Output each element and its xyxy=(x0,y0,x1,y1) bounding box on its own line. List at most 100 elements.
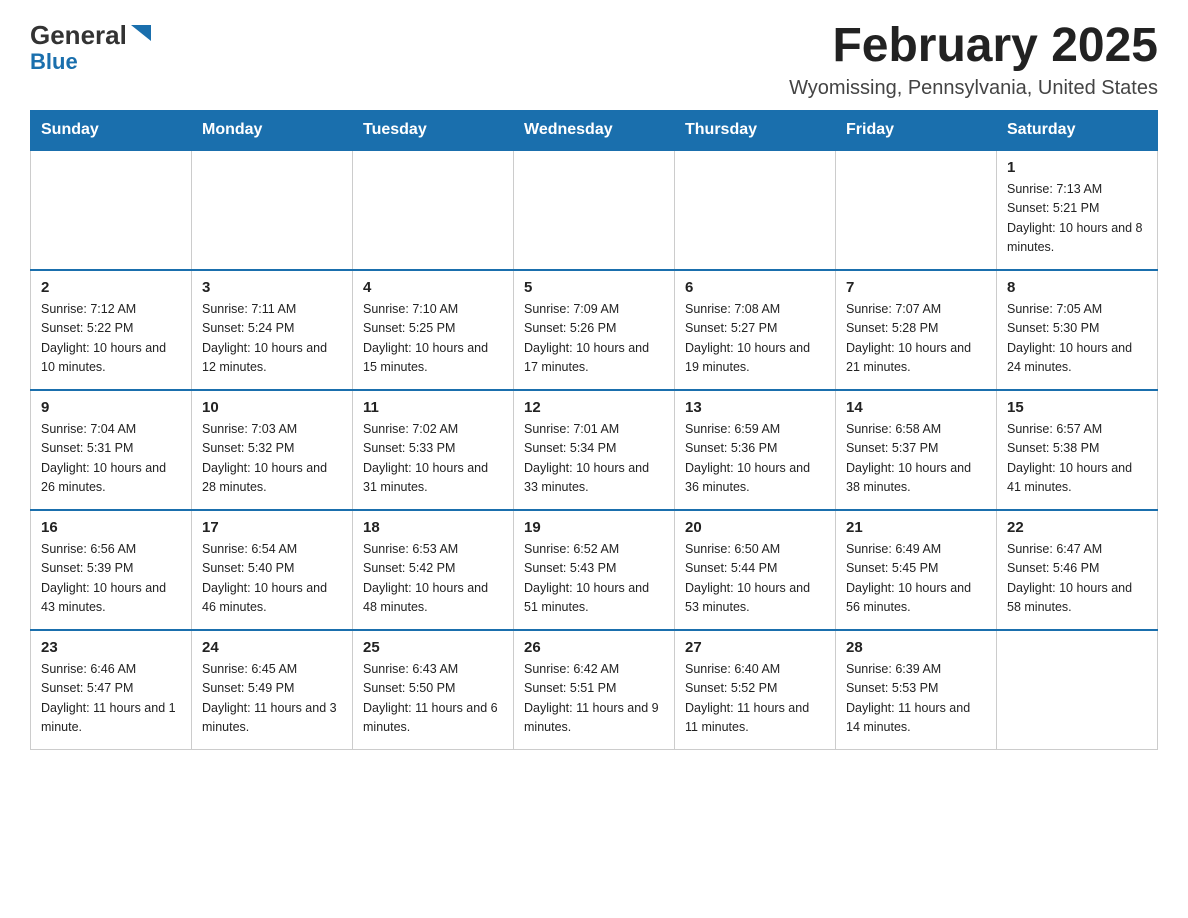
day-info: Sunrise: 7:12 AMSunset: 5:22 PMDaylight:… xyxy=(41,300,181,378)
table-row: 22 Sunrise: 6:47 AMSunset: 5:46 PMDayligh… xyxy=(997,510,1158,630)
day-info: Sunrise: 6:43 AMSunset: 5:50 PMDaylight:… xyxy=(363,660,503,738)
header-sunday: Sunday xyxy=(31,110,192,150)
title-block: February 2025 Wyomissing, Pennsylvania, … xyxy=(789,20,1158,100)
header-thursday: Thursday xyxy=(675,110,836,150)
calendar-table: Sunday Monday Tuesday Wednesday Thursday… xyxy=(30,110,1158,751)
day-info: Sunrise: 7:07 AMSunset: 5:28 PMDaylight:… xyxy=(846,300,986,378)
day-number: 12 xyxy=(524,399,664,416)
day-number: 11 xyxy=(363,399,503,416)
day-info: Sunrise: 6:50 AMSunset: 5:44 PMDaylight:… xyxy=(685,540,825,618)
day-number: 6 xyxy=(685,279,825,296)
table-row: 21Sunrise: 6:49 AMSunset: 5:45 PMDayligh… xyxy=(836,510,997,630)
calendar-week-row: 2 Sunrise: 7:12 AMSunset: 5:22 PMDaylight… xyxy=(31,270,1158,390)
day-number: 22 xyxy=(1007,519,1147,536)
day-info: Sunrise: 6:57 AMSunset: 5:38 PMDaylight:… xyxy=(1007,420,1147,498)
day-number: 20 xyxy=(685,519,825,536)
day-info: Sunrise: 7:11 AMSunset: 5:24 PMDaylight:… xyxy=(202,300,342,378)
table-row: 28 Sunrise: 6:39 AMSunset: 5:53 PMDayligh… xyxy=(836,630,997,750)
day-info: Sunrise: 6:58 AMSunset: 5:37 PMDaylight:… xyxy=(846,420,986,498)
day-number: 13 xyxy=(685,399,825,416)
table-row: 9 Sunrise: 7:04 AMSunset: 5:31 PMDaylight… xyxy=(31,390,192,510)
month-title: February 2025 xyxy=(789,20,1158,73)
day-number: 19 xyxy=(524,519,664,536)
day-info: Sunrise: 7:04 AMSunset: 5:31 PMDaylight:… xyxy=(41,420,181,498)
day-number: 21 xyxy=(846,519,986,536)
table-row: 6 Sunrise: 7:08 AMSunset: 5:27 PMDaylight… xyxy=(675,270,836,390)
table-row: 18 Sunrise: 6:53 AMSunset: 5:42 PMDayligh… xyxy=(353,510,514,630)
table-row: 13 Sunrise: 6:59 AMSunset: 5:36 PMDayligh… xyxy=(675,390,836,510)
table-row: 27Sunrise: 6:40 AMSunset: 5:52 PMDayligh… xyxy=(675,630,836,750)
table-row: 11 Sunrise: 7:02 AMSunset: 5:33 PMDayligh… xyxy=(353,390,514,510)
day-info: Sunrise: 6:40 AMSunset: 5:52 PMDaylight:… xyxy=(685,660,825,738)
day-info: Sunrise: 6:56 AMSunset: 5:39 PMDaylight:… xyxy=(41,540,181,618)
table-row xyxy=(192,150,353,270)
table-row: 19 Sunrise: 6:52 AMSunset: 5:43 PMDayligh… xyxy=(514,510,675,630)
table-row: 10 Sunrise: 7:03 AMSunset: 5:32 PMDayligh… xyxy=(192,390,353,510)
day-number: 3 xyxy=(202,279,342,296)
calendar-week-row: 9 Sunrise: 7:04 AMSunset: 5:31 PMDaylight… xyxy=(31,390,1158,510)
header-tuesday: Tuesday xyxy=(353,110,514,150)
table-row xyxy=(836,150,997,270)
table-row: 26 Sunrise: 6:42 AMSunset: 5:51 PMDayligh… xyxy=(514,630,675,750)
header-saturday: Saturday xyxy=(997,110,1158,150)
calendar-week-row: 16 Sunrise: 6:56 AMSunset: 5:39 PMDayligh… xyxy=(31,510,1158,630)
page-header: General Blue February 2025 Wyomissing, P… xyxy=(30,20,1158,100)
day-number: 10 xyxy=(202,399,342,416)
table-row xyxy=(514,150,675,270)
day-info: Sunrise: 6:46 AMSunset: 5:47 PMDaylight:… xyxy=(41,660,181,738)
logo: General Blue xyxy=(30,20,151,75)
day-info: Sunrise: 6:42 AMSunset: 5:51 PMDaylight:… xyxy=(524,660,664,738)
calendar-week-row: 23 Sunrise: 6:46 AMSunset: 5:47 PMDayligh… xyxy=(31,630,1158,750)
day-info: Sunrise: 6:54 AMSunset: 5:40 PMDaylight:… xyxy=(202,540,342,618)
table-row: 24Sunrise: 6:45 AMSunset: 5:49 PMDayligh… xyxy=(192,630,353,750)
day-info: Sunrise: 7:02 AMSunset: 5:33 PMDaylight:… xyxy=(363,420,503,498)
logo-general-text: General xyxy=(30,20,127,51)
table-row: 14 Sunrise: 6:58 AMSunset: 5:37 PMDayligh… xyxy=(836,390,997,510)
day-info: Sunrise: 6:53 AMSunset: 5:42 PMDaylight:… xyxy=(363,540,503,618)
day-info: Sunrise: 6:52 AMSunset: 5:43 PMDaylight:… xyxy=(524,540,664,618)
day-number: 1 xyxy=(1007,159,1147,176)
table-row: 5 Sunrise: 7:09 AMSunset: 5:26 PMDaylight… xyxy=(514,270,675,390)
table-row xyxy=(675,150,836,270)
table-row: 3 Sunrise: 7:11 AMSunset: 5:24 PMDaylight… xyxy=(192,270,353,390)
day-number: 23 xyxy=(41,639,181,656)
day-number: 28 xyxy=(846,639,986,656)
day-info: Sunrise: 7:09 AMSunset: 5:26 PMDaylight:… xyxy=(524,300,664,378)
logo-blue-text: Blue xyxy=(30,49,78,74)
day-number: 9 xyxy=(41,399,181,416)
day-info: Sunrise: 7:03 AMSunset: 5:32 PMDaylight:… xyxy=(202,420,342,498)
day-number: 18 xyxy=(363,519,503,536)
table-row: 20 Sunrise: 6:50 AMSunset: 5:44 PMDayligh… xyxy=(675,510,836,630)
table-row: 7 Sunrise: 7:07 AMSunset: 5:28 PMDaylight… xyxy=(836,270,997,390)
table-row: 2 Sunrise: 7:12 AMSunset: 5:22 PMDaylight… xyxy=(31,270,192,390)
table-row: 15 Sunrise: 6:57 AMSunset: 5:38 PMDayligh… xyxy=(997,390,1158,510)
table-row: 1 Sunrise: 7:13 AMSunset: 5:21 PMDaylight… xyxy=(997,150,1158,270)
day-number: 8 xyxy=(1007,279,1147,296)
table-row: 8Sunrise: 7:05 AMSunset: 5:30 PMDaylight… xyxy=(997,270,1158,390)
day-number: 14 xyxy=(846,399,986,416)
day-number: 15 xyxy=(1007,399,1147,416)
day-info: Sunrise: 6:59 AMSunset: 5:36 PMDaylight:… xyxy=(685,420,825,498)
table-row: 12Sunrise: 7:01 AMSunset: 5:34 PMDayligh… xyxy=(514,390,675,510)
day-number: 25 xyxy=(363,639,503,656)
day-number: 5 xyxy=(524,279,664,296)
day-number: 16 xyxy=(41,519,181,536)
day-number: 2 xyxy=(41,279,181,296)
header-friday: Friday xyxy=(836,110,997,150)
day-info: Sunrise: 7:13 AMSunset: 5:21 PMDaylight:… xyxy=(1007,180,1147,258)
day-number: 7 xyxy=(846,279,986,296)
table-row: 23 Sunrise: 6:46 AMSunset: 5:47 PMDayligh… xyxy=(31,630,192,750)
day-info: Sunrise: 7:08 AMSunset: 5:27 PMDaylight:… xyxy=(685,300,825,378)
location-subtitle: Wyomissing, Pennsylvania, United States xyxy=(789,77,1158,100)
table-row: 16 Sunrise: 6:56 AMSunset: 5:39 PMDayligh… xyxy=(31,510,192,630)
table-row xyxy=(353,150,514,270)
table-row xyxy=(997,630,1158,750)
day-number: 24 xyxy=(202,639,342,656)
day-number: 26 xyxy=(524,639,664,656)
day-number: 4 xyxy=(363,279,503,296)
header-monday: Monday xyxy=(192,110,353,150)
table-row: 17Sunrise: 6:54 AMSunset: 5:40 PMDayligh… xyxy=(192,510,353,630)
day-info: Sunrise: 6:39 AMSunset: 5:53 PMDaylight:… xyxy=(846,660,986,738)
logo-triangle-icon xyxy=(131,25,151,46)
day-info: Sunrise: 6:47 AMSunset: 5:46 PMDaylight:… xyxy=(1007,540,1147,618)
